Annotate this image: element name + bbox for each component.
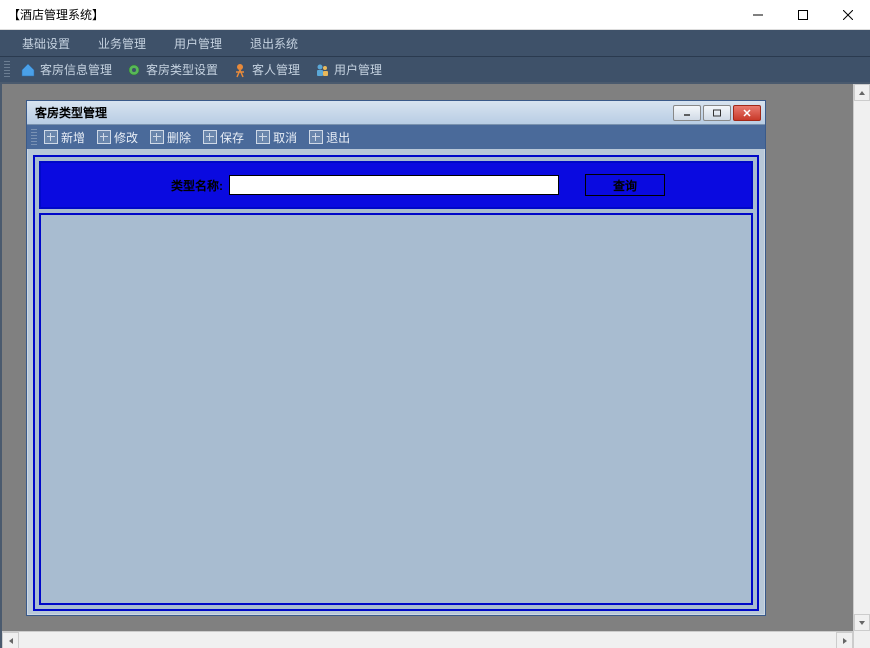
toolbar-label: 取消 <box>273 129 297 146</box>
maximize-icon <box>798 10 808 20</box>
child-minimize-button[interactable] <box>673 105 701 121</box>
toolbar-room-info[interactable]: 客房信息管理 <box>14 59 118 80</box>
close-icon <box>742 109 752 117</box>
type-name-input[interactable] <box>229 175 559 195</box>
child-toolbar-delete[interactable]: 删除 <box>145 127 196 148</box>
child-toolbar-save[interactable]: 保存 <box>198 127 249 148</box>
data-grid-area <box>39 213 753 605</box>
toolbar-guest-mgmt[interactable]: 客人管理 <box>226 59 306 80</box>
child-close-button[interactable] <box>733 105 761 121</box>
menubar: 基础设置 业务管理 用户管理 退出系统 <box>0 30 870 56</box>
main-toolbar: 客房信息管理 客房类型设置 客人管理 用户管理 <box>0 56 870 82</box>
child-toolbar-edit[interactable]: 修改 <box>92 127 143 148</box>
toolbar-grip <box>31 129 37 145</box>
mdi-client-area: 客房类型管理 新增 修改 <box>0 82 870 648</box>
person-icon <box>232 62 248 78</box>
child-window-title: 客房类型管理 <box>35 104 107 121</box>
child-toolbar-add[interactable]: 新增 <box>39 127 90 148</box>
toolbar-label: 客房信息管理 <box>40 61 112 78</box>
child-titlebar[interactable]: 客房类型管理 <box>27 101 765 125</box>
toolbar-label: 新增 <box>61 129 85 146</box>
query-button[interactable]: 查询 <box>585 174 665 196</box>
action-icon <box>256 130 270 144</box>
scroll-left-button[interactable] <box>2 632 19 648</box>
scroll-up-button[interactable] <box>854 84 870 101</box>
horizontal-scrollbar[interactable] <box>2 631 853 648</box>
toolbar-label: 退出 <box>326 129 350 146</box>
minimize-icon <box>753 10 763 20</box>
child-maximize-button[interactable] <box>703 105 731 121</box>
child-body: 类型名称: 查询 <box>27 149 765 617</box>
gear-icon <box>126 62 142 78</box>
action-icon <box>309 130 323 144</box>
child-window-controls <box>673 105 761 121</box>
menu-user-mgmt[interactable]: 用户管理 <box>160 31 236 56</box>
menu-business-mgmt[interactable]: 业务管理 <box>84 31 160 56</box>
vertical-scrollbar[interactable] <box>853 84 870 648</box>
scroll-right-button[interactable] <box>836 632 853 648</box>
maximize-icon <box>712 109 722 117</box>
toolbar-label: 保存 <box>220 129 244 146</box>
action-icon <box>97 130 111 144</box>
action-icon <box>203 130 217 144</box>
minimize-button[interactable] <box>735 0 780 29</box>
toolbar-label: 客人管理 <box>252 61 300 78</box>
action-icon <box>44 130 58 144</box>
minimize-icon <box>682 109 692 117</box>
maximize-button[interactable] <box>780 0 825 29</box>
toolbar-label: 用户管理 <box>334 61 382 78</box>
menu-basic-settings[interactable]: 基础设置 <box>8 31 84 56</box>
main-titlebar: 【酒店管理系统】 <box>0 0 870 30</box>
action-icon <box>150 130 164 144</box>
toolbar-label: 客房类型设置 <box>146 61 218 78</box>
search-label: 类型名称: <box>171 177 223 194</box>
content-panel: 类型名称: 查询 <box>33 155 759 611</box>
house-icon <box>20 62 36 78</box>
toolbar-label: 修改 <box>114 129 138 146</box>
child-toolbar-cancel[interactable]: 取消 <box>251 127 302 148</box>
toolbar-room-type[interactable]: 客房类型设置 <box>120 59 224 80</box>
close-icon <box>843 10 853 20</box>
scroll-down-button[interactable] <box>854 614 870 631</box>
child-toolbar-exit[interactable]: 退出 <box>304 127 355 148</box>
close-button[interactable] <box>825 0 870 29</box>
toolbar-label: 删除 <box>167 129 191 146</box>
users-icon <box>314 62 330 78</box>
main-window-title: 【酒店管理系统】 <box>8 6 104 23</box>
menu-exit[interactable]: 退出系统 <box>236 31 312 56</box>
toolbar-user-mgmt[interactable]: 用户管理 <box>308 59 388 80</box>
toolbar-grip <box>4 61 10 79</box>
child-window-room-type: 客房类型管理 新增 修改 <box>26 100 766 616</box>
search-bar: 类型名称: 查询 <box>39 161 753 209</box>
child-toolbar: 新增 修改 删除 保存 取消 退出 <box>27 125 765 149</box>
window-controls <box>735 0 870 29</box>
